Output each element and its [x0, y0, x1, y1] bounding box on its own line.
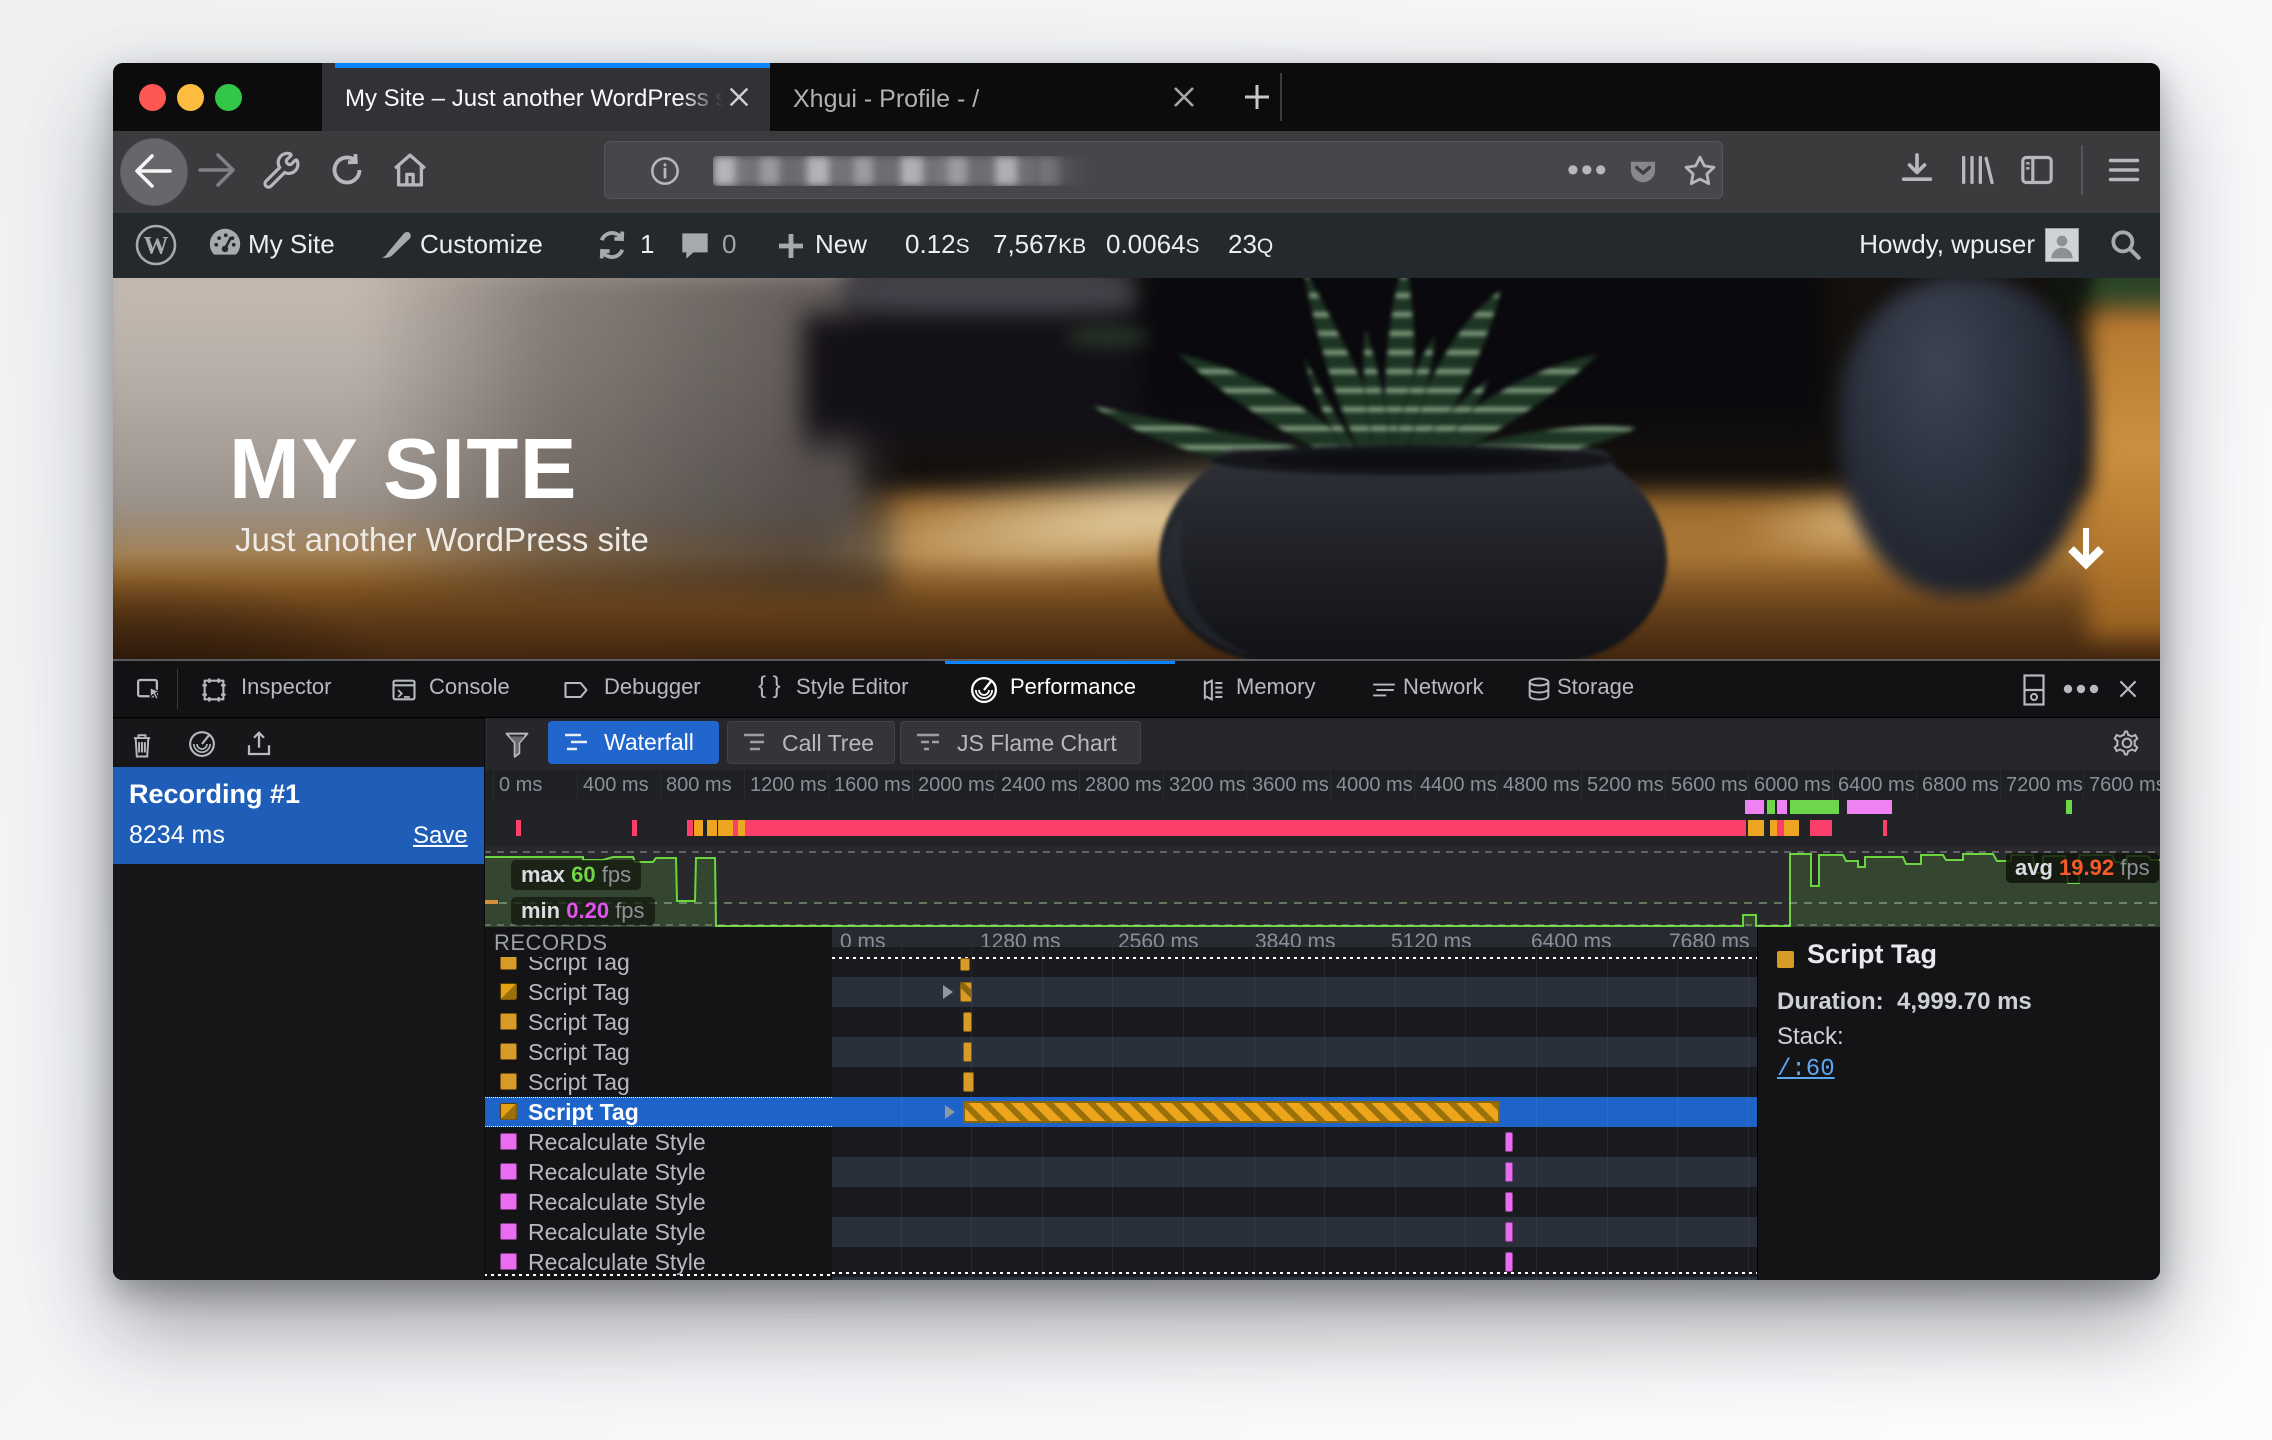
svg-text:W: W — [144, 233, 169, 260]
